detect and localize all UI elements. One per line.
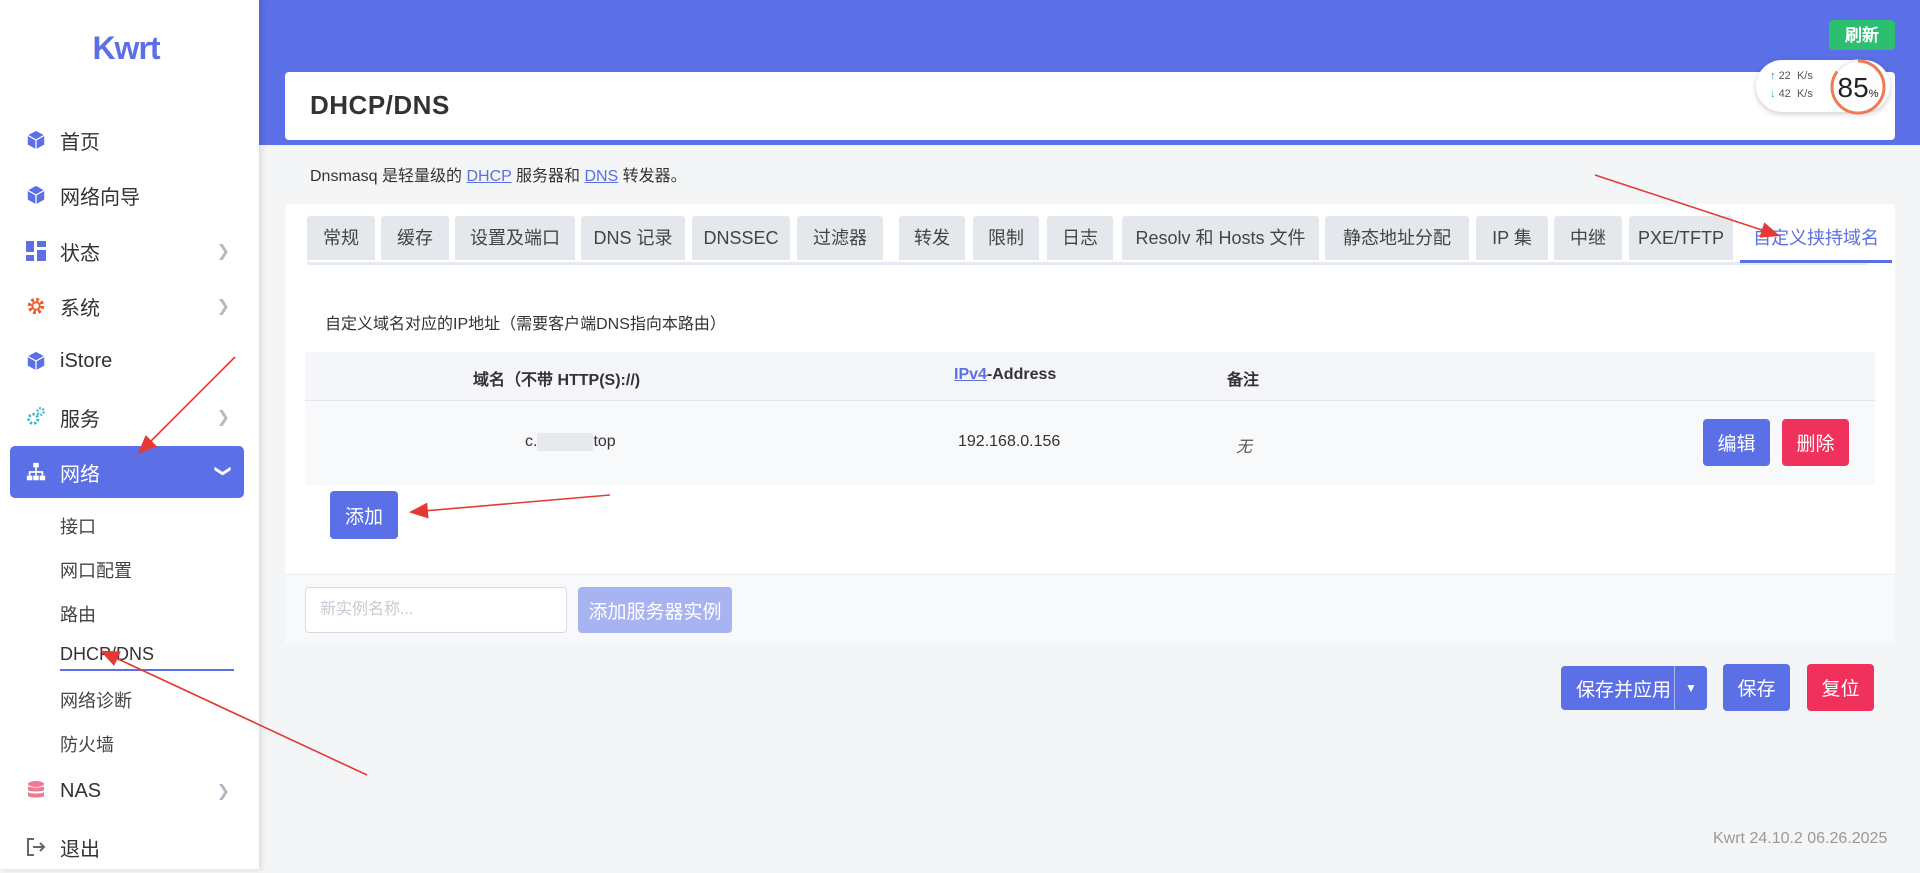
logo[interactable]: Kwrt <box>0 30 252 67</box>
subnav-item-diagnostics[interactable]: 网络诊断 <box>60 687 132 713</box>
page-description: Dnsmasq 是轻量级的 DHCP 服务器和 DNS 转发器。 <box>310 168 687 185</box>
sidebar-item-label: 系统 <box>60 297 100 320</box>
sidebar: Kwrt 首页 网络向导 状态 ❯ 系统 ❯ iStore 服务 ❯ 网络 ❯ … <box>0 0 259 869</box>
section-title: 自定义域名对应的IP地址（需要客户端DNS指向本路由） <box>325 316 726 333</box>
tab-logs[interactable]: 日志 <box>1047 216 1113 260</box>
cell-ip: 192.168.0.156 <box>958 433 1061 450</box>
col-domain: 域名（不带 HTTP(S)://) <box>473 372 641 389</box>
sidebar-item-istore[interactable]: iStore <box>10 335 244 387</box>
speed-widget: ↑ 22 K/s ↓ 42 K/s 85% <box>1756 59 1890 115</box>
chevron-right-icon: ❯ <box>216 298 230 315</box>
table-row: c. top 192.168.0.156 无 编辑 删除 <box>305 401 1875 485</box>
gauge-value: 85% <box>1837 72 1879 103</box>
redacted-block <box>537 433 594 451</box>
sidebar-item-label: 网络 <box>60 463 100 486</box>
subnav-item-firewall[interactable]: 防火墙 <box>60 731 114 757</box>
logout-icon <box>24 835 48 859</box>
reset-button[interactable]: 复位 <box>1807 664 1874 711</box>
sidebar-item-network[interactable]: 网络 ❯ <box>10 446 244 498</box>
sidebar-item-label: 网络向导 <box>60 186 140 209</box>
delete-button[interactable]: 删除 <box>1782 419 1849 466</box>
subnav-item-routes[interactable]: 路由 <box>60 601 96 627</box>
chevron-right-icon: ❯ <box>216 409 230 426</box>
tab-static-leases[interactable]: 静态地址分配 <box>1325 216 1469 260</box>
tab-ipsets[interactable]: IP 集 <box>1476 216 1548 260</box>
chevron-down-icon: ❯ <box>214 464 232 478</box>
cell-note: 无 <box>1236 439 1253 456</box>
chevron-right-icon: ❯ <box>216 783 230 800</box>
sidebar-item-label: 状态 <box>60 242 100 265</box>
sidebar-item-label: iStore <box>60 349 113 372</box>
tab-ports[interactable]: 设置及端口 <box>455 216 575 260</box>
tab-dns-records[interactable]: DNS 记录 <box>581 216 685 260</box>
save-button[interactable]: 保存 <box>1723 664 1790 711</box>
gears-icon <box>24 405 48 429</box>
sidebar-item-services[interactable]: 服务 ❯ <box>10 391 244 443</box>
tab-custom-hijack[interactable]: 自定义挟持域名 <box>1740 216 1892 263</box>
dns-link[interactable]: DNS <box>584 168 618 185</box>
instance-name-input[interactable] <box>305 587 567 633</box>
gear-icon <box>24 294 48 318</box>
sidebar-item-system[interactable]: 系统 ❯ <box>10 280 244 332</box>
add-button[interactable]: 添加 <box>330 491 398 539</box>
sidebar-item-status[interactable]: 状态 ❯ <box>10 225 244 277</box>
download-speed: ↓ 42 K/s <box>1770 88 1813 100</box>
main-card: 常规 缓存 设置及端口 DNS 记录 DNSSEC 过滤器 转发 限制 日志 R… <box>285 204 1895 643</box>
tab-relay[interactable]: 中继 <box>1554 216 1622 260</box>
cube-icon <box>24 128 48 152</box>
tab-limits[interactable]: 限制 <box>973 216 1039 260</box>
instance-bar: 添加服务器实例 <box>285 574 1895 643</box>
dashboard-icon <box>24 239 48 263</box>
arrow-down-icon: ↓ <box>1770 88 1776 100</box>
tab-cache[interactable]: 缓存 <box>381 216 449 260</box>
cell-domain: c. top <box>525 433 616 451</box>
footer-version: Kwrt 24.10.2 06.26.2025 <box>1713 830 1888 847</box>
cube-icon <box>24 349 48 373</box>
sidebar-item-label: NAS <box>60 779 102 802</box>
sidebar-item-logout[interactable]: 退出 <box>10 821 244 873</box>
table-header: 域名（不带 HTTP(S)://) IPv4-Address 备注 <box>305 352 1875 401</box>
col-ipv4: IPv4-Address <box>954 366 1057 383</box>
dhcp-link[interactable]: DHCP <box>466 168 511 185</box>
chevron-right-icon: ❯ <box>216 243 230 260</box>
tab-dnssec[interactable]: DNSSEC <box>692 216 790 260</box>
sidebar-item-label: 退出 <box>60 838 100 861</box>
refresh-button[interactable]: 刷新 <box>1829 20 1895 50</box>
tab-general[interactable]: 常规 <box>307 216 375 260</box>
sidebar-item-home[interactable]: 首页 <box>10 114 244 166</box>
arrow-up-icon: ↑ <box>1770 70 1776 82</box>
upload-speed: ↑ 22 K/s <box>1770 70 1813 82</box>
database-icon <box>24 779 48 803</box>
network-icon <box>24 460 48 484</box>
add-instance-button[interactable]: 添加服务器实例 <box>578 587 732 633</box>
sidebar-item-network-wizard[interactable]: 网络向导 <box>10 169 244 221</box>
tab-resolv-hosts[interactable]: Resolv 和 Hosts 文件 <box>1122 216 1319 260</box>
edit-button[interactable]: 编辑 <box>1703 419 1770 466</box>
title-card: DHCP/DNS <box>285 72 1895 140</box>
col-note: 备注 <box>1227 372 1260 389</box>
sidebar-item-label: 服务 <box>60 408 100 431</box>
dropdown-caret-icon[interactable]: ▼ <box>1674 666 1707 710</box>
cube-icon <box>24 183 48 207</box>
tab-pxe-tftp[interactable]: PXE/TFTP <box>1629 216 1733 260</box>
tab-forward[interactable]: 转发 <box>899 216 965 260</box>
sidebar-item-label: 首页 <box>60 131 100 154</box>
subnav-item-port-config[interactable]: 网口配置 <box>60 557 132 583</box>
subnav-item-interfaces[interactable]: 接口 <box>60 513 96 539</box>
sidebar-item-nas[interactable]: NAS ❯ <box>10 765 244 817</box>
subnav-item-dhcp-dns[interactable]: DHCP/DNS <box>60 644 234 671</box>
tab-filter[interactable]: 过滤器 <box>797 216 883 260</box>
page-title: DHCP/DNS <box>310 90 450 120</box>
save-apply-button[interactable]: 保存并应用 ▼ <box>1561 666 1707 710</box>
tab-bar: 常规 缓存 设置及端口 DNS 记录 DNSSEC 过滤器 转发 限制 日志 R… <box>307 216 1892 265</box>
